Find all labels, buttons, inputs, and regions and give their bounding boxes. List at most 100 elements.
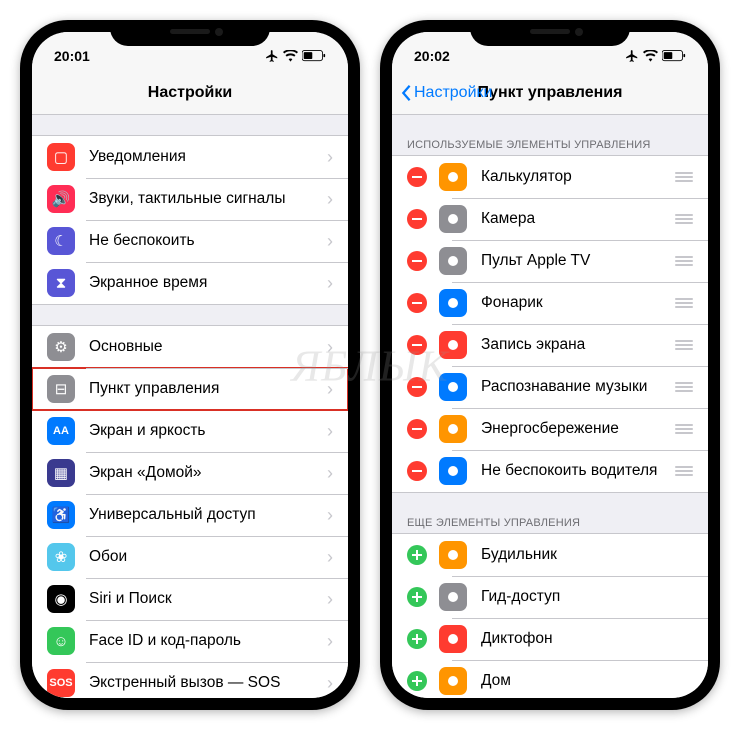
drag-handle[interactable] (667, 340, 693, 350)
status-icons (265, 49, 326, 63)
row-label: Камера (481, 210, 667, 228)
control-row[interactable]: Диктофон (392, 618, 708, 660)
settings-row[interactable]: 🔊Звуки, тактильные сигналы› (32, 178, 348, 220)
chevron-left-icon (400, 84, 412, 102)
control-row[interactable]: Распознавание музыки (392, 366, 708, 408)
control-row[interactable]: Не беспокоить водителя (392, 450, 708, 492)
remove-button[interactable] (407, 335, 427, 355)
settings-row[interactable]: ◉Siri и Поиск› (32, 578, 348, 620)
remove-button[interactable] (407, 419, 427, 439)
control-icon (439, 667, 467, 695)
control-icon (439, 541, 467, 569)
control-row[interactable]: Калькулятор (392, 156, 708, 198)
page-title: Пункт управления (478, 84, 623, 102)
settings-row[interactable]: ▦Экран «Домой»› (32, 452, 348, 494)
control-row[interactable]: Камера (392, 198, 708, 240)
back-label: Настройки (414, 84, 492, 102)
settings-row[interactable]: ⊟Пункт управления› (32, 368, 348, 410)
row-label: Экранное время (89, 274, 327, 292)
row-label: Фонарик (481, 294, 667, 312)
chevron-right-icon: › (327, 589, 333, 610)
chevron-right-icon: › (327, 421, 333, 442)
row-label: Гид-доступ (481, 588, 693, 606)
drag-handle[interactable] (667, 298, 693, 308)
control-center-list[interactable]: ИСПОЛЬЗУЕМЫЕ ЭЛЕМЕНТЫ УПРАВЛЕНИЯ Калькуля… (392, 115, 708, 698)
phone-left: 20:01 Настройки ▢Уведомления›🔊Звуки, так… (20, 20, 360, 710)
face-icon: ☺ (47, 627, 75, 655)
settings-row[interactable]: ☾Не беспокоить› (32, 220, 348, 262)
control-icon (439, 205, 467, 233)
row-label: Пульт Apple TV (481, 252, 667, 270)
chevron-right-icon: › (327, 147, 333, 168)
row-label: Будильник (481, 546, 693, 564)
settings-row[interactable]: SOSЭкстренный вызов — SOS› (32, 662, 348, 698)
row-label: Обои (89, 548, 327, 566)
settings-row[interactable]: AA Экран и яркость› (32, 410, 348, 452)
control-row[interactable]: Гид-доступ (392, 576, 708, 618)
section-header: ЕЩЕ ЭЛЕМЕНТЫ УПРАВЛЕНИЯ (392, 513, 708, 533)
chevron-right-icon: › (327, 631, 333, 652)
airplane-icon (265, 49, 279, 63)
control-row[interactable]: Фонарик (392, 282, 708, 324)
status-icons (625, 49, 686, 63)
section-header: ИСПОЛЬЗУЕМЫЕ ЭЛЕМЕНТЫ УПРАВЛЕНИЯ (392, 135, 708, 155)
settings-row[interactable]: ▢Уведомления› (32, 136, 348, 178)
drag-handle[interactable] (667, 466, 693, 476)
settings-row[interactable]: ⧗Экранное время› (32, 262, 348, 304)
person-icon: ♿ (47, 501, 75, 529)
row-label: Пункт управления (89, 380, 327, 398)
settings-row[interactable]: ☺ Face ID и код-пароль› (32, 620, 348, 662)
back-button[interactable]: Настройки (400, 84, 492, 102)
grid-icon: ▦ (47, 459, 75, 487)
SOS-icon: SOS (47, 669, 75, 697)
drag-handle[interactable] (667, 382, 693, 392)
drag-handle[interactable] (667, 214, 693, 224)
row-label: Запись экрана (481, 336, 667, 354)
control-row[interactable]: Пульт Apple TV (392, 240, 708, 282)
status-time: 20:02 (414, 48, 450, 64)
add-button[interactable] (407, 671, 427, 691)
settings-row[interactable]: ❀Обои› (32, 536, 348, 578)
control-icon (439, 331, 467, 359)
add-button[interactable] (407, 587, 427, 607)
row-label: Универсальный доступ (89, 506, 327, 524)
control-row[interactable]: Дом (392, 660, 708, 698)
nav-bar: Настройки Пункт управления (392, 72, 708, 115)
remove-button[interactable] (407, 461, 427, 481)
row-label: Экран «Домой» (89, 464, 327, 482)
page-title: Настройки (148, 84, 232, 102)
add-button[interactable] (407, 545, 427, 565)
control-row[interactable]: Энергосбережение (392, 408, 708, 450)
settings-list[interactable]: ▢Уведомления›🔊Звуки, тактильные сигналы›… (32, 115, 348, 698)
row-label: Face ID и код-пароль (89, 632, 327, 650)
wifi-icon (643, 50, 658, 62)
drag-handle[interactable] (667, 424, 693, 434)
remove-button[interactable] (407, 209, 427, 229)
drag-handle[interactable] (667, 172, 693, 182)
drag-handle[interactable] (667, 256, 693, 266)
status-bar: 20:02 (392, 32, 708, 72)
control-row[interactable]: Запись экрана (392, 324, 708, 366)
status-time: 20:01 (54, 48, 90, 64)
battery-icon (302, 50, 326, 62)
gear-icon: ⚙ (47, 333, 75, 361)
control-icon (439, 625, 467, 653)
remove-button[interactable] (407, 167, 427, 187)
control-icon (439, 247, 467, 275)
remove-button[interactable] (407, 377, 427, 397)
AA-icon: AA (47, 417, 75, 445)
row-label: Не беспокоить (89, 232, 327, 250)
settings-row[interactable]: ⚙Основные› (32, 326, 348, 368)
control-icon (439, 457, 467, 485)
remove-button[interactable] (407, 293, 427, 313)
chevron-right-icon: › (327, 231, 333, 252)
settings-row[interactable]: ♿Универсальный доступ› (32, 494, 348, 536)
row-label: Основные (89, 338, 327, 356)
add-button[interactable] (407, 629, 427, 649)
chevron-right-icon: › (327, 273, 333, 294)
control-row[interactable]: Будильник (392, 534, 708, 576)
row-label: Звуки, тактильные сигналы (89, 190, 327, 208)
row-label: Калькулятор (481, 168, 667, 186)
remove-button[interactable] (407, 251, 427, 271)
row-label: Экран и яркость (89, 422, 327, 440)
